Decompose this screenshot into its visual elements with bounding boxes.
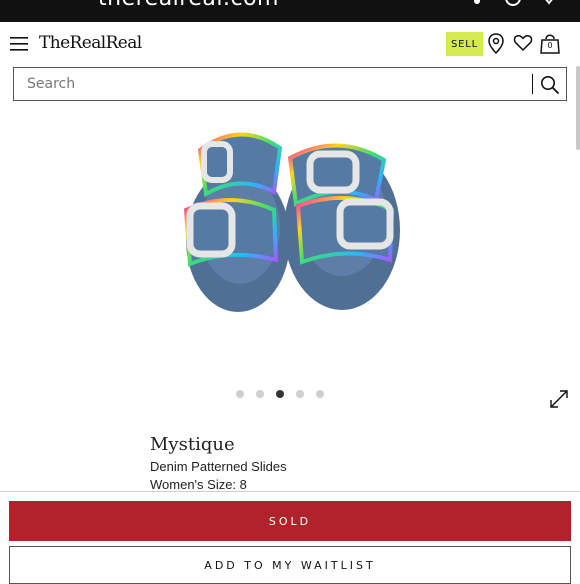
sold-button[interactable]: SOLD — [9, 501, 571, 541]
site-header: TheRealReal SELL 0 — [0, 22, 580, 66]
add-to-waitlist-button[interactable]: ADD TO MY WAITLIST — [9, 546, 571, 584]
account-icon[interactable] — [503, 0, 523, 12]
carousel-dot[interactable] — [236, 390, 244, 398]
browser-top-bar: therealreal.com — [0, 0, 580, 22]
carousel-dot[interactable] — [316, 390, 324, 398]
product-name: Denim Patterned Slides — [150, 459, 287, 474]
product-image[interactable] — [170, 110, 410, 330]
action-bar: SOLD ADD TO MY WAITLIST — [0, 491, 580, 584]
product-size: Women's Size: 8 — [150, 477, 247, 492]
carousel-dot[interactable] — [256, 390, 264, 398]
search-bar[interactable] — [13, 67, 567, 101]
heart-icon[interactable] — [513, 33, 533, 53]
carousel-dots — [236, 390, 324, 400]
expand-icon[interactable] — [549, 389, 569, 409]
page-scrollbar[interactable] — [576, 66, 580, 150]
shopping-bag-button[interactable]: 0 — [540, 32, 560, 54]
download-icon[interactable] — [543, 0, 555, 10]
microphone-icon[interactable] — [470, 0, 484, 12]
location-pin-icon[interactable] — [488, 33, 504, 55]
site-logo[interactable]: TheRealReal — [39, 33, 142, 53]
menu-icon[interactable] — [10, 36, 28, 52]
carousel-dot-active[interactable] — [276, 390, 284, 398]
browser-domain-text: therealreal.com — [98, 0, 279, 11]
search-input[interactable] — [27, 68, 517, 100]
sell-button[interactable]: SELL — [446, 32, 483, 56]
search-icon[interactable] — [540, 75, 560, 95]
search-divider — [532, 74, 533, 94]
product-brand[interactable]: Mystique — [150, 434, 235, 455]
bag-count-badge: 0 — [547, 41, 553, 50]
carousel-dot[interactable] — [296, 390, 304, 398]
